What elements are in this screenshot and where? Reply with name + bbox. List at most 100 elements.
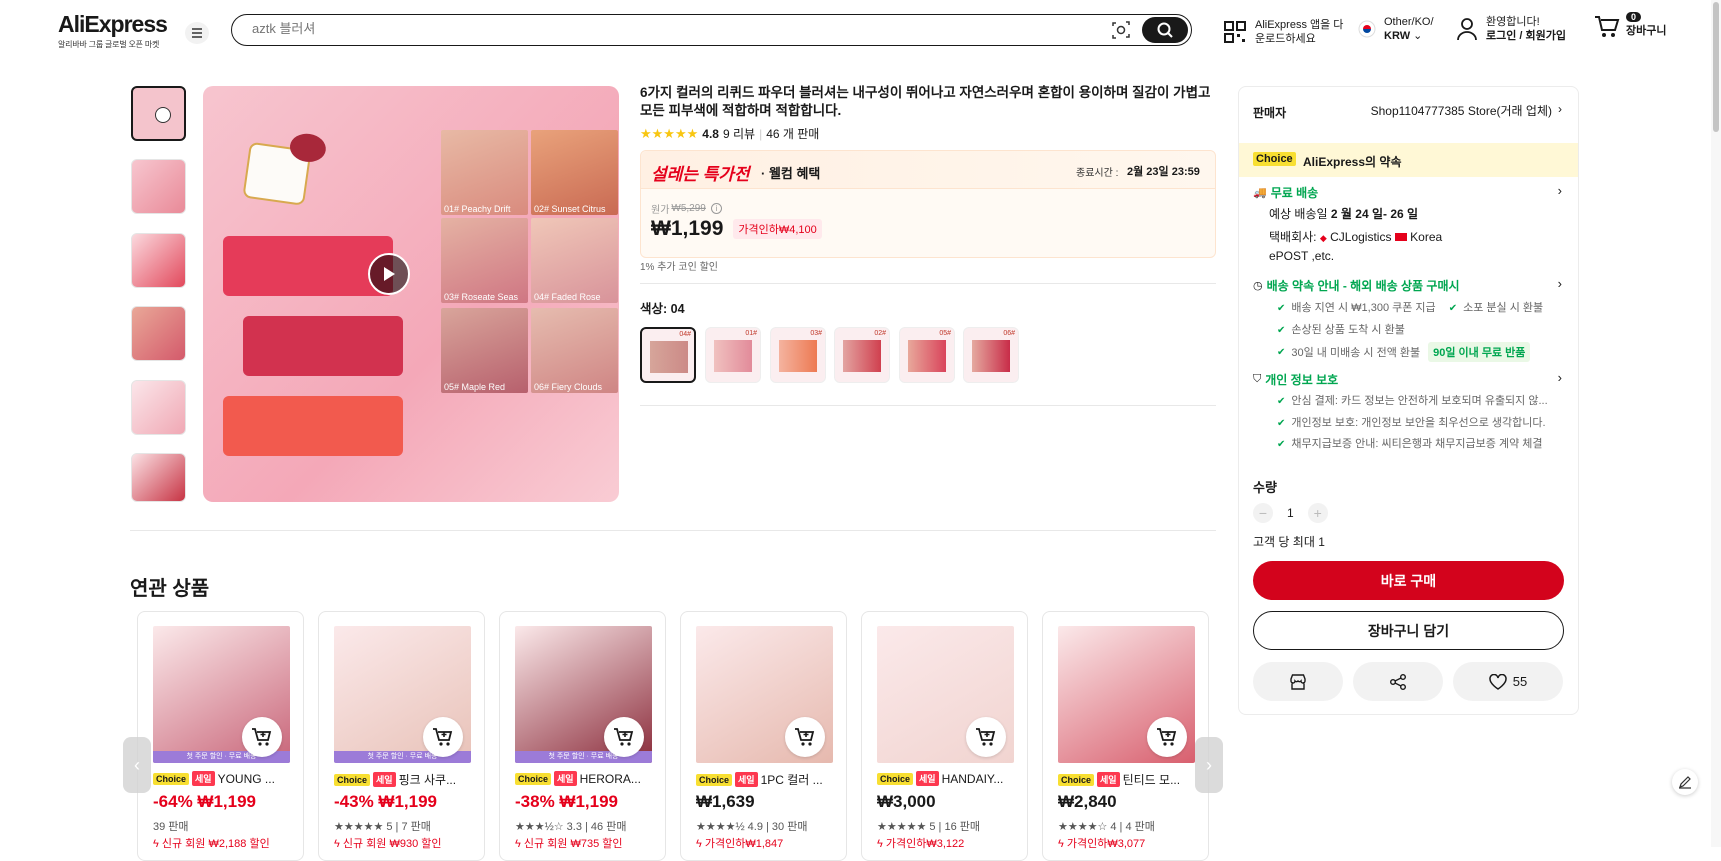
divider <box>640 283 1216 284</box>
color-option-03[interactable]: 03# <box>770 327 826 383</box>
app-download[interactable]: AliExpress 앱을 다 운로드하세요 <box>1223 18 1343 46</box>
coupon-text: ϟ 가격인하₩1,847 <box>696 838 784 850</box>
product-stats: 39 판매 <box>153 821 189 833</box>
free-shipping-row[interactable]: 🚚 무료 배송 <box>1253 184 1318 201</box>
product-thumbnail[interactable]: 첫 주문 할인 · 무료 배송 <box>334 626 471 763</box>
add-to-cart-icon-button[interactable] <box>604 717 644 757</box>
end-label: 종료시간 : <box>1076 168 1119 179</box>
product-stats: ★★★★☆ 4 | 4 판매 <box>1058 821 1155 833</box>
shipping-promise-row[interactable]: ◷ 배송 약속 안내 - 해외 배송 상품 구매시 <box>1253 277 1460 294</box>
thumbnail-4[interactable] <box>131 306 186 361</box>
promise-item-3: 손상된 상품 도착 시 환불 <box>1291 324 1405 336</box>
product-thumbnail[interactable]: 첫 주문 할인 · 무료 배송 <box>515 626 652 763</box>
minus-button[interactable]: − <box>1253 503 1273 523</box>
product-name-row[interactable]: Choice 세일 YOUNG ... <box>153 771 293 786</box>
cart-button[interactable]: 0 장바구니 <box>1594 12 1666 40</box>
scrollbar-track[interactable] <box>1711 0 1721 847</box>
search-icon <box>1157 22 1173 38</box>
privacy-row[interactable]: ⛉ 개인 정보 보호 <box>1253 371 1338 388</box>
color-option-04[interactable]: 04# <box>640 327 696 383</box>
video-play-button[interactable] <box>368 253 410 295</box>
related-product-card[interactable]: 첫 주문 할인 · 무료 배송 Choice 세일 핑크 사쿠... -43% ₩1,1… <box>318 611 485 861</box>
product-name-row[interactable]: Choice 세일 HERORA... <box>515 771 655 786</box>
product-thumbnail[interactable]: 첫 주문 할인 · 무료 배송 <box>153 626 290 763</box>
thumbnail-2[interactable] <box>131 159 186 214</box>
product-name-row[interactable]: Choice 세일 틴티드 모... <box>1058 771 1198 788</box>
brand-name: AliExpress <box>58 11 168 37</box>
product-thumbnail[interactable] <box>877 626 1014 763</box>
bottle-pink <box>223 236 393 296</box>
carrier-korea: Korea <box>1410 230 1443 244</box>
hamburger-icon <box>192 28 202 38</box>
add-to-cart-icon-button[interactable] <box>1147 717 1187 757</box>
thumbnail-6[interactable] <box>131 453 186 502</box>
cart-plus-icon <box>976 728 996 746</box>
carrier-cj: CJLogistics <box>1330 230 1392 244</box>
related-product-card[interactable]: Choice 세일 틴티드 모... ₩2,840 ★★★★☆ 4 | 4 판매 ϟ 가격… <box>1042 611 1209 861</box>
app-line-1: AliExpress 앱을 다 <box>1255 19 1344 31</box>
store-button[interactable] <box>1253 662 1343 701</box>
sale-badge: 세일 <box>1097 772 1120 787</box>
related-product-card[interactable]: Choice 세일 1PC 컬러 ... ₩1,639 ★★★★½ 4.9 | 30 판… <box>680 611 847 861</box>
product-name-row[interactable]: Choice 세일 1PC 컬러 ... <box>696 771 836 788</box>
related-product-card[interactable]: Choice 세일 HANDAIY... ₩3,000 ★★★★★ 5 | 16 판매 ϟ… <box>861 611 1028 861</box>
product-name-row[interactable]: Choice 세일 HANDAIY... <box>877 771 1017 786</box>
thumbnail-video[interactable] <box>131 86 186 141</box>
color-option-05[interactable]: 05# <box>899 327 955 383</box>
related-product-card[interactable]: 첫 주문 할인 · 무료 배송 Choice 세일 YOUNG ... -64% ₩1,… <box>137 611 304 861</box>
color-option-06[interactable]: 06# <box>963 327 1019 383</box>
login-link[interactable]: 로그인 / 회원가입 <box>1486 30 1566 42</box>
carousel-prev-button[interactable]: ‹ <box>123 737 151 793</box>
quantity-value[interactable]: 1 <box>1287 506 1294 520</box>
share-button[interactable] <box>1353 662 1443 701</box>
chevron-right-icon[interactable]: › <box>1558 370 1562 385</box>
add-to-cart-icon-button[interactable] <box>242 717 282 757</box>
chevron-right-icon[interactable]: › <box>1558 276 1562 291</box>
scrollbar-thumb[interactable] <box>1713 2 1719 132</box>
carousel-next-button[interactable]: › <box>1195 737 1223 793</box>
feedback-button[interactable] <box>1672 769 1698 795</box>
region-selector[interactable]: Other/KO/KRW ⌄ <box>1358 15 1434 43</box>
search-button[interactable] <box>1142 17 1188 43</box>
thumbnail-3[interactable] <box>131 233 186 288</box>
promise-item-4: 30일 내 미배송 시 전액 환불 <box>1291 347 1421 359</box>
search-input[interactable] <box>252 21 1072 36</box>
add-to-cart-icon-button[interactable] <box>785 717 825 757</box>
coupon-text: ϟ 가격인하₩3,122 <box>877 838 965 850</box>
buy-now-button[interactable]: 바로 구매 <box>1253 561 1564 600</box>
current-price: ₩1,199 <box>651 217 724 240</box>
review-count[interactable]: 9 리뷰 <box>723 125 755 142</box>
color-option-02[interactable]: 02# <box>834 327 890 383</box>
plus-button[interactable]: + <box>1307 503 1328 523</box>
rating-row[interactable]: ★★★★★ 4.8 9 리뷰 | 46 개 판매 <box>640 125 819 142</box>
privacy-title: 개인 정보 보호 <box>1265 373 1339 387</box>
quantity-label: 수량 <box>1253 480 1277 495</box>
camera-scan-icon <box>1112 21 1130 39</box>
add-to-cart-button[interactable]: 장바구니 담기 <box>1253 611 1564 650</box>
add-to-cart-icon-button[interactable] <box>966 717 1006 757</box>
color-option-01[interactable]: 01# <box>705 327 761 383</box>
product-name-row[interactable]: Choice 세일 핑크 사쿠... <box>334 771 474 788</box>
wishlist-button[interactable]: 55 <box>1453 662 1563 701</box>
image-search-button[interactable] <box>1112 21 1130 39</box>
sold-count: 46 개 판매 <box>766 127 820 141</box>
cart-plus-icon <box>614 728 634 746</box>
main-product-image[interactable]: 01# Peachy Drift 02# Sunset Citrus 03# R… <box>203 86 619 502</box>
privacy-item-2: 개인정보 보호: 개인정보 보안을 최우선으로 생각합니다. <box>1291 417 1546 429</box>
product-thumbnail[interactable] <box>1058 626 1195 763</box>
aliexpress-logo[interactable]: AliExpress 알리바바 그룹 글로벌 오픈 마켓 <box>58 11 168 50</box>
chevron-right-icon: › <box>1206 754 1212 775</box>
check-icon: ✔ <box>1277 418 1286 429</box>
divider <box>640 405 1216 406</box>
seller-link[interactable]: Shop1104777385 Store(거래 업체) › <box>1371 102 1562 119</box>
product-thumbnail[interactable] <box>696 626 833 763</box>
product-price: ₩2,840 <box>1058 792 1117 811</box>
related-product-card[interactable]: 첫 주문 할인 · 무료 배송 Choice 세일 HERORA... -38% ₩1,… <box>499 611 666 861</box>
add-to-cart-icon-button[interactable] <box>423 717 463 757</box>
account-menu[interactable]: 환영합니다! 로그인 / 회원가입 <box>1456 15 1566 43</box>
swatch-face-06: 06# Fiery Clouds <box>531 308 618 393</box>
menu-button[interactable] <box>185 22 209 44</box>
chevron-right-icon[interactable]: › <box>1558 183 1562 198</box>
thumbnail-5[interactable] <box>131 380 186 435</box>
info-icon[interactable]: i <box>710 203 722 214</box>
